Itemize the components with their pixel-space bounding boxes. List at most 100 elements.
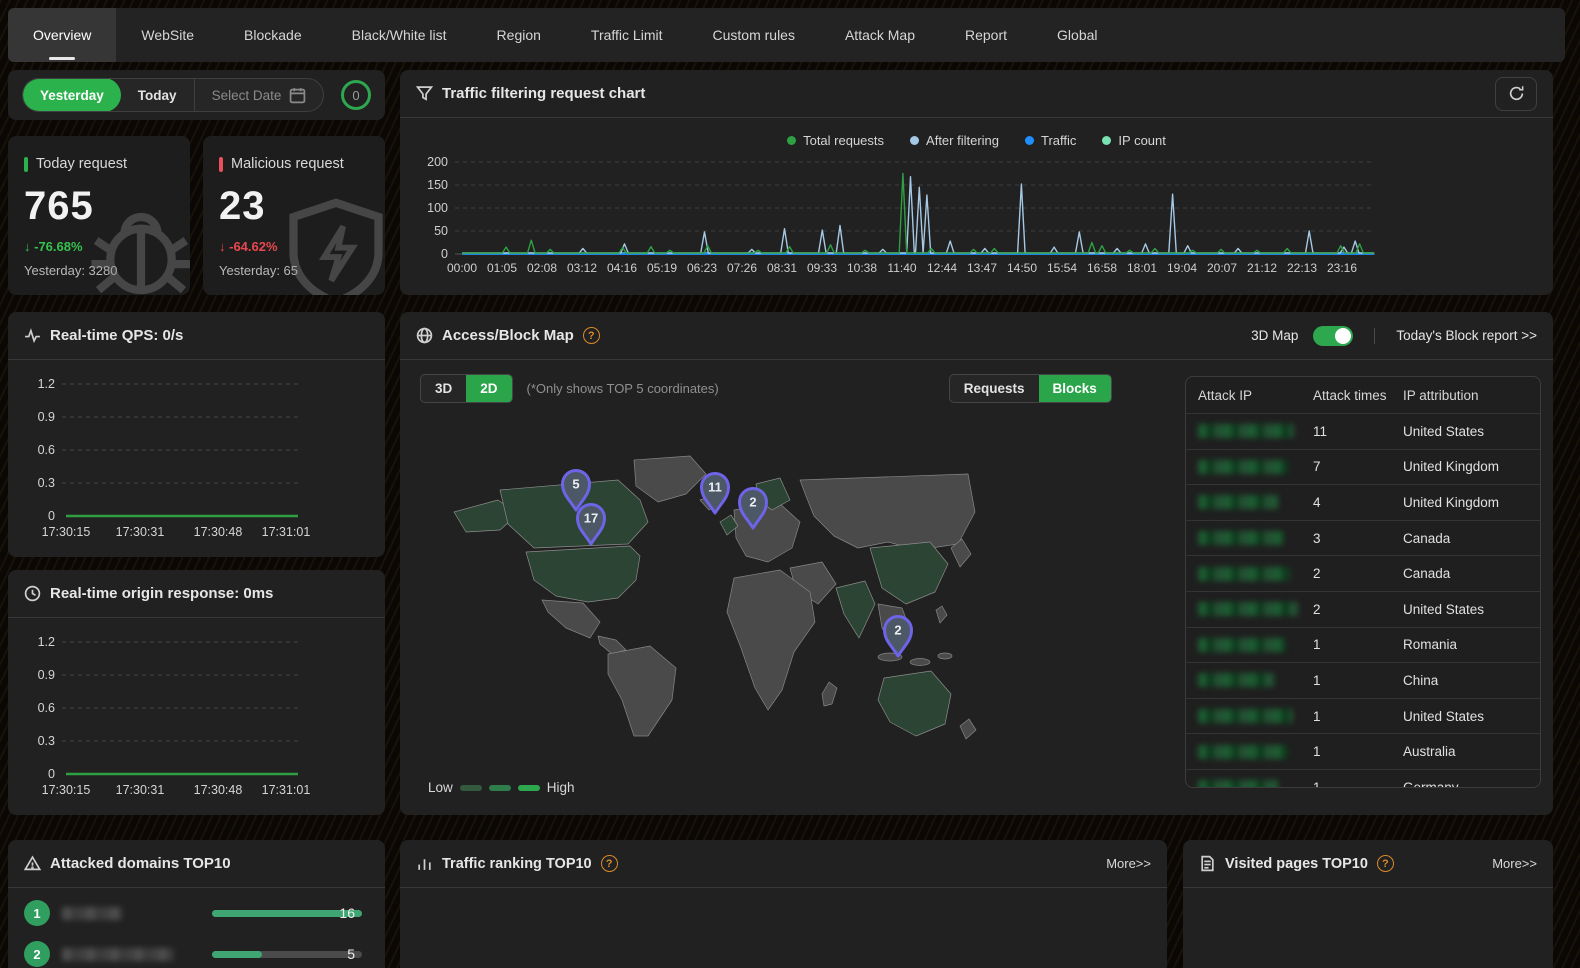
block-report-link[interactable]: Today's Block report >> [1396,328,1537,343]
tab-traffic-limit[interactable]: Traffic Limit [566,8,688,62]
svg-text:100: 100 [427,201,448,215]
svg-text:0.3: 0.3 [38,734,55,748]
attack-table-row[interactable]: 2Canada [1186,555,1540,591]
svg-text:05:19: 05:19 [647,261,677,275]
map-pin-11[interactable]: 11 [702,474,729,514]
redacted-attack-ip [1198,638,1286,652]
attacked-domain-row[interactable]: 116 [24,897,369,929]
3d-map-label: 3D Map [1251,328,1298,343]
bug-icon [82,191,190,295]
redacted-domain [62,948,174,961]
ip-attribution: Germany [1403,780,1540,788]
help-icon[interactable]: ? [1377,855,1394,872]
map-note: (*Only shows TOP 5 coordinates) [527,381,719,396]
svg-text:0.6: 0.6 [38,701,55,715]
requests-button[interactable]: Requests [950,375,1039,402]
qps-chart[interactable]: 00.30.60.91.217:30:1517:30:3117:30:4817:… [14,364,374,554]
requests-blocks-segment: Requests Blocks [949,374,1112,403]
attack-times: 1 [1313,709,1403,724]
traffic-ranking-panel: Traffic ranking TOP10 ? More>> [400,840,1167,968]
svg-text:09:33: 09:33 [807,261,837,275]
attack-table-row[interactable]: 1United States [1186,698,1540,734]
svg-text:11: 11 [708,480,722,495]
svg-text:0: 0 [441,247,448,261]
ip-attribution: Canada [1403,566,1540,581]
svg-text:50: 50 [434,224,448,238]
svg-text:17:30:48: 17:30:48 [194,525,243,539]
redacted-attack-ip [1198,709,1293,723]
rank-badge: 2 [24,941,50,967]
traffic-chart[interactable]: 05010015020000:0001:0502:0803:1204:1605:… [400,150,1553,300]
column-header: Attack IP [1198,388,1313,403]
tab-black-white-list[interactable]: Black/White list [327,8,472,62]
attack-times: 11 [1313,424,1403,439]
attack-table-row[interactable]: 1China [1186,662,1540,698]
legend-item-total-requests[interactable]: Total requests [787,133,884,148]
svg-text:11:40: 11:40 [887,261,916,275]
map-pin-2[interactable]: 2 [885,617,912,657]
column-header: IP attribution [1403,388,1540,403]
attack-table-row[interactable]: 11United States [1186,413,1540,449]
qps-panel: Real-time QPS: 0/s 00.30.60.91.217:30:15… [8,312,385,557]
ip-attribution: United States [1403,424,1540,439]
svg-text:150: 150 [427,178,448,192]
legend-dot [1102,136,1111,145]
attack-table-row[interactable]: 3Canada [1186,520,1540,556]
attack-times: 7 [1313,459,1403,474]
panel-title: Real-time origin response: 0ms [50,585,273,602]
help-icon[interactable]: ? [583,327,600,344]
tab-overview[interactable]: Overview [8,8,116,62]
legend-item-ip-count[interactable]: IP count [1102,133,1165,148]
tab-attack-map[interactable]: Attack Map [820,8,940,62]
attack-table-row[interactable]: 4United Kingdom [1186,484,1540,520]
attack-ip-table[interactable]: Attack IPAttack timesIP attribution11Uni… [1185,376,1541,788]
tab-global[interactable]: Global [1032,8,1122,62]
map-2d-button[interactable]: 2D [466,375,511,402]
svg-text:17:31:01: 17:31:01 [262,525,311,539]
bar-chart-icon [416,855,433,872]
select-date-button[interactable]: Select Date [194,78,324,112]
svg-text:04:16: 04:16 [607,261,637,275]
help-icon[interactable]: ? [601,855,618,872]
attack-times: 1 [1313,780,1403,788]
tab-website[interactable]: WebSite [116,8,219,62]
attacked-domains-panel: Attacked domains TOP10 11625 [8,840,385,968]
attack-times: 1 [1313,673,1403,688]
redacted-attack-ip [1198,745,1288,759]
yesterday-button[interactable]: Yesterday [23,78,121,112]
attack-table-row[interactable]: 2United States [1186,591,1540,627]
panel-title: Traffic filtering request chart [442,85,645,102]
legend-label: Traffic [1041,133,1076,148]
attack-table-row[interactable]: 1Germany [1186,769,1540,788]
shield-lightning-icon [277,191,385,295]
document-icon [1199,855,1216,872]
svg-text:14:50: 14:50 [1007,261,1037,275]
svg-text:13:47: 13:47 [967,261,997,275]
origin-chart[interactable]: 00.30.60.91.217:30:1517:30:3117:30:4817:… [14,622,374,812]
attacked-domain-row[interactable]: 25 [24,938,369,968]
more-link[interactable]: More>> [1106,856,1151,871]
more-link[interactable]: More>> [1492,856,1537,871]
chart-legend: Total requests After filtering Traffic IP c… [400,130,1553,150]
legend-item-traffic[interactable]: Traffic [1025,133,1076,148]
redacted-attack-ip [1198,567,1290,581]
rank-badge: 1 [24,900,50,926]
tab-custom-rules[interactable]: Custom rules [688,8,820,62]
ip-attribution: United Kingdom [1403,495,1540,510]
attack-table-row[interactable]: 1Romania [1186,627,1540,663]
tab-blockade[interactable]: Blockade [219,8,327,62]
refresh-button[interactable] [1495,77,1537,111]
tab-region[interactable]: Region [472,8,566,62]
attack-table-row[interactable]: 7United Kingdom [1186,449,1540,485]
svg-text:20:07: 20:07 [1207,261,1237,275]
blocks-button[interactable]: Blocks [1039,375,1111,402]
panel-title: Real-time QPS: 0/s [50,327,183,344]
attack-count-bar [212,951,362,958]
today-button[interactable]: Today [121,78,194,112]
world-map[interactable]: 5171122 [438,450,978,755]
3d-map-toggle[interactable] [1313,326,1353,346]
legend-item-after-filtering[interactable]: After filtering [910,133,999,148]
map-3d-button[interactable]: 3D [421,375,466,402]
tab-report[interactable]: Report [940,8,1032,62]
attack-table-row[interactable]: 1Australia [1186,733,1540,769]
